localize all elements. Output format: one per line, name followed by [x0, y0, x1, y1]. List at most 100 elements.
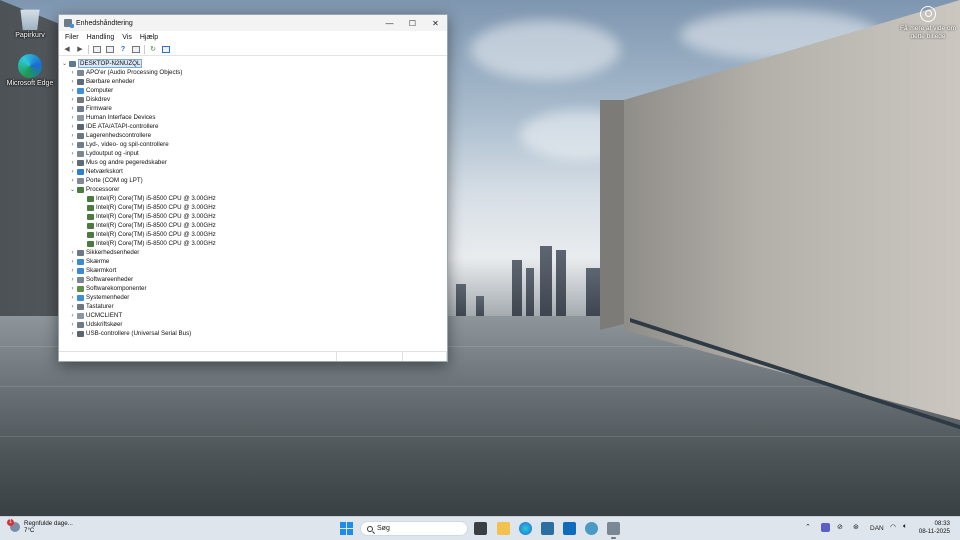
collapsed-chevron-icon[interactable]: › [69, 277, 76, 283]
tree-node-label: Human Interface Devices [86, 114, 156, 121]
collapsed-chevron-icon[interactable]: › [69, 259, 76, 265]
view-icon[interactable] [131, 44, 141, 54]
store-icon[interactable] [541, 522, 554, 535]
tree-category[interactable]: › Netværkskort [59, 167, 447, 176]
wifi-icon[interactable]: ◠ [890, 523, 896, 531]
spotlight-info[interactable]: Få mere at vide om dette billede [896, 6, 960, 41]
show-hide-tree-icon[interactable] [92, 44, 102, 54]
taskbar-search[interactable]: Søg [360, 521, 468, 536]
collapsed-chevron-icon[interactable]: › [69, 295, 76, 301]
back-arrow-icon[interactable]: ◀ [62, 44, 72, 54]
device-icon [77, 132, 84, 139]
menu-help[interactable]: Hjælp [136, 34, 162, 41]
help-icon[interactable]: ? [118, 44, 128, 54]
teams-icon[interactable] [821, 523, 830, 532]
tree-device[interactable]: Intel(R) Core(TM) i5-8500 CPU @ 3.00GHz [59, 212, 447, 221]
language-indicator[interactable]: DAN [870, 525, 884, 532]
collapsed-chevron-icon[interactable]: › [69, 250, 76, 256]
collapsed-chevron-icon[interactable]: › [69, 79, 76, 85]
maximize-button[interactable]: ☐ [401, 15, 424, 31]
tree-device[interactable]: Intel(R) Core(TM) i5-8500 CPU @ 3.00GHz [59, 203, 447, 212]
forward-arrow-icon[interactable]: ▶ [75, 44, 85, 54]
collapsed-chevron-icon[interactable]: › [69, 331, 76, 337]
device-icon [77, 285, 84, 292]
menu-file[interactable]: Filer [61, 34, 83, 41]
tree-category[interactable]: › IDE ATA/ATAPI-controllere [59, 122, 447, 131]
collapsed-chevron-icon[interactable]: › [69, 268, 76, 274]
settings-app-icon[interactable] [585, 522, 598, 535]
tree-category[interactable]: › Human Interface Devices [59, 113, 447, 122]
collapsed-chevron-icon[interactable]: › [69, 133, 76, 139]
tree-category[interactable]: › Lagerenhedscontrollere [59, 131, 447, 140]
tree-device[interactable]: Intel(R) Core(TM) i5-8500 CPU @ 3.00GHz [59, 194, 447, 203]
menu-action[interactable]: Handling [83, 34, 119, 41]
update-driver-icon[interactable]: ↻ [148, 44, 158, 54]
chevron-up-icon[interactable]: ⌃ [805, 523, 811, 531]
collapsed-chevron-icon[interactable]: › [69, 322, 76, 328]
weather-widget[interactable]: 1 Regnfulde dage... 7°C [7, 519, 73, 534]
tree-category[interactable]: › Lydoutput og -input [59, 149, 447, 158]
network-icon[interactable]: ⊛ [853, 523, 859, 531]
collapsed-chevron-icon[interactable]: › [69, 160, 76, 166]
desktop-icon-edge[interactable]: Microsoft Edge [0, 54, 60, 87]
tree-device[interactable]: Intel(R) Core(TM) i5-8500 CPU @ 3.00GHz [59, 230, 447, 239]
title-bar[interactable]: Enhedshåndtering — ☐ ✕ [59, 15, 447, 31]
search-icon [367, 525, 373, 532]
collapsed-chevron-icon[interactable]: › [69, 88, 76, 94]
tree-category[interactable]: › APO'er (Audio Processing Objects) [59, 68, 447, 77]
collapsed-chevron-icon[interactable]: › [69, 169, 76, 175]
tree-category[interactable]: › Firmware [59, 104, 447, 113]
tree-device[interactable]: Intel(R) Core(TM) i5-8500 CPU @ 3.00GHz [59, 239, 447, 248]
tree-category[interactable]: › Porte (COM og LPT) [59, 176, 447, 185]
tree-category[interactable]: › Sikkerhedsenheder [59, 248, 447, 257]
expanded-chevron-icon[interactable]: ⌄ [61, 60, 68, 67]
collapsed-chevron-icon[interactable]: › [69, 178, 76, 184]
tree-category[interactable]: › Computer [59, 86, 447, 95]
collapsed-chevron-icon[interactable]: › [69, 106, 76, 112]
edge-icon[interactable] [519, 522, 532, 535]
desktop-icon-recycle-bin[interactable]: Papirkurv [0, 6, 60, 39]
tree-category[interactable]: › Mus og andre pegeredskaber [59, 158, 447, 167]
tree-device[interactable]: Intel(R) Core(TM) i5-8500 CPU @ 3.00GHz [59, 221, 447, 230]
close-button[interactable]: ✕ [424, 15, 447, 31]
security-icon[interactable]: ⊘ [837, 523, 843, 531]
tree-category[interactable]: › Systemenheder [59, 293, 447, 302]
tree-root-computer[interactable]: ⌄ DESKTOP-N2NUZQL [59, 59, 447, 68]
collapsed-chevron-icon[interactable]: › [69, 124, 76, 130]
file-explorer-icon[interactable] [497, 522, 510, 535]
expanded-chevron-icon[interactable]: ⌄ [69, 186, 76, 193]
collapsed-chevron-icon[interactable]: › [69, 286, 76, 292]
tree-category[interactable]: › Tastaturer [59, 302, 447, 311]
tree-node-label: Intel(R) Core(TM) i5-8500 CPU @ 3.00GHz [96, 213, 216, 220]
collapsed-chevron-icon[interactable]: › [69, 70, 76, 76]
tree-category[interactable]: › Lyd-, video- og spil-controllere [59, 140, 447, 149]
collapsed-chevron-icon[interactable]: › [69, 304, 76, 310]
tree-category[interactable]: › Diskdrev [59, 95, 447, 104]
tree-category[interactable]: › Udskriftskøer [59, 320, 447, 329]
device-manager-taskbar-icon[interactable] [607, 522, 620, 539]
clock[interactable]: 08:33 08-11-2025 [919, 520, 950, 536]
volume-icon[interactable]: 🔈︎ [903, 523, 907, 531]
outlook-icon[interactable] [563, 522, 576, 535]
properties-icon[interactable] [105, 44, 115, 54]
minimize-button[interactable]: — [378, 15, 401, 31]
tree-category[interactable]: › UCMCLIENT [59, 311, 447, 320]
device-icon [87, 231, 94, 238]
menu-view[interactable]: Vis [118, 34, 136, 41]
tree-category[interactable]: › Softwarekomponenter [59, 284, 447, 293]
collapsed-chevron-icon[interactable]: › [69, 97, 76, 103]
scan-hardware-icon[interactable] [161, 44, 171, 54]
tree-category[interactable]: › Skærmkort [59, 266, 447, 275]
task-view-icon[interactable] [474, 522, 487, 535]
collapsed-chevron-icon[interactable]: › [69, 151, 76, 157]
tree-category[interactable]: ⌄ Processorer [59, 185, 447, 194]
collapsed-chevron-icon[interactable]: › [69, 115, 76, 121]
device-tree[interactable]: ⌄ DESKTOP-N2NUZQL › APO'er (Audio Processin… [59, 57, 447, 351]
collapsed-chevron-icon[interactable]: › [69, 313, 76, 319]
tree-category[interactable]: › Skærme [59, 257, 447, 266]
tree-category[interactable]: › USB-controllere (Universal Serial Bus) [59, 329, 447, 338]
start-button[interactable] [340, 522, 353, 535]
collapsed-chevron-icon[interactable]: › [69, 142, 76, 148]
tree-category[interactable]: › Bærbare enheder [59, 77, 447, 86]
tree-category[interactable]: › Softwareenheder [59, 275, 447, 284]
